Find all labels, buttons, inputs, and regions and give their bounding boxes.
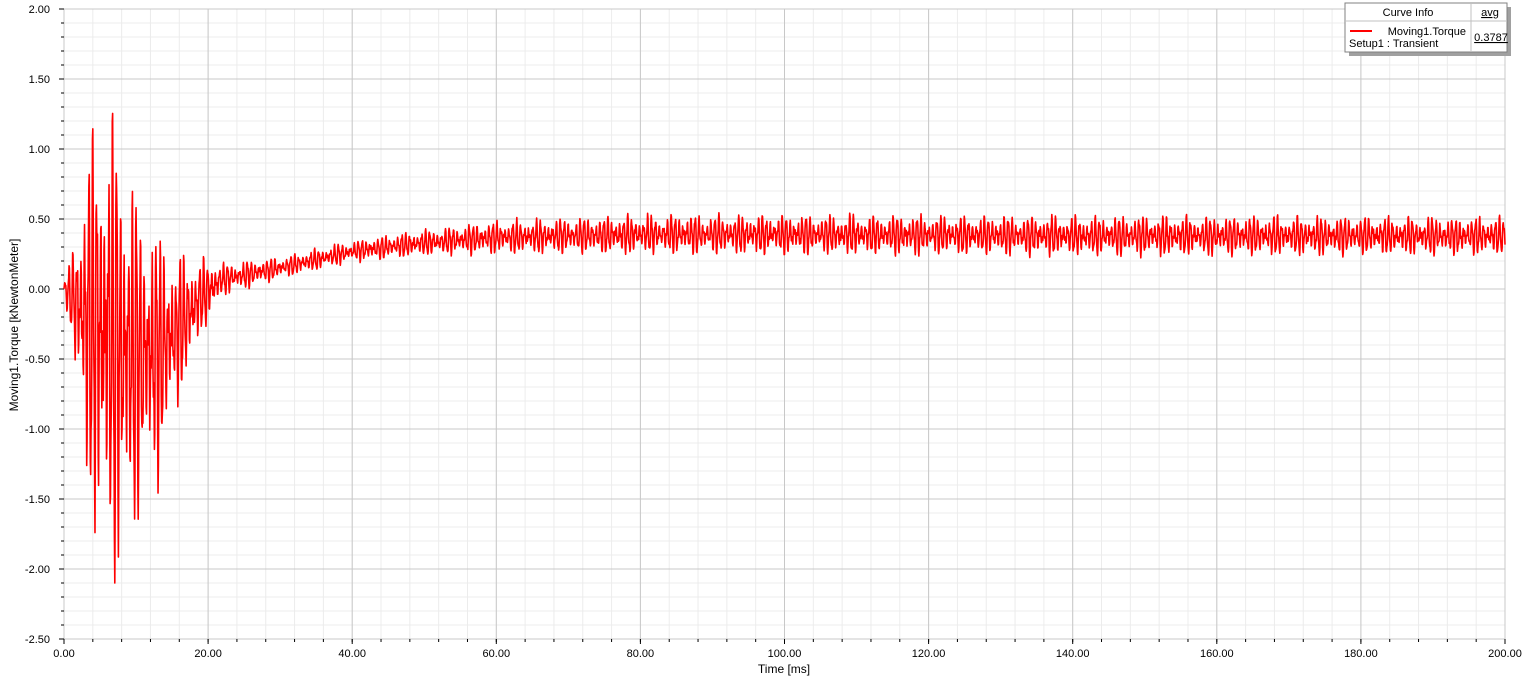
curve-info-legend[interactable]: Curve Info avg Moving1.Torque Setup1 : T… [1344, 2, 1511, 56]
x-tick-label: 160.00 [1200, 648, 1234, 660]
legend-stat-value[interactable]: 0.3787 [1474, 32, 1508, 44]
x-tick-label: 0.00 [53, 648, 74, 660]
y-tick-label: 0.50 [29, 214, 50, 226]
grid [63, 8, 1506, 640]
legend-stat-header[interactable]: avg [1481, 7, 1499, 19]
legend-series-name: Moving1.Torque [1388, 26, 1466, 38]
x-tick-label: 120.00 [912, 648, 946, 660]
y-tick-label: 2.00 [29, 4, 50, 16]
y-tick-label: -1.00 [25, 424, 50, 436]
y-tick-label: -1.50 [25, 494, 50, 506]
x-tick-label: 140.00 [1056, 648, 1090, 660]
y-tick-label: -2.00 [25, 564, 50, 576]
y-tick-label: 1.00 [29, 144, 50, 156]
x-tick-label: 40.00 [338, 648, 366, 660]
x-tick-label: 180.00 [1344, 648, 1378, 660]
x-tick-label: 100.00 [768, 648, 802, 660]
legend-series-setup: Setup1 : Transient [1349, 38, 1438, 50]
y-tick-label: -0.50 [25, 354, 50, 366]
x-tick-label: 80.00 [627, 648, 655, 660]
y-tick-label: 0.00 [29, 284, 50, 296]
x-axis-title: Time [ms] [758, 662, 810, 676]
x-tick-label: 20.00 [194, 648, 222, 660]
torque-chart: 0.00 20.00 40.00 60.00 80.00 100.00 120.00 140.… [7, 2, 1522, 676]
y-axis-title: Moving1.Torque [kNewtonMeter] [7, 239, 21, 412]
y-tick-label: 1.50 [29, 74, 50, 86]
legend-header: Curve Info [1383, 7, 1434, 19]
y-tick-label: -2.50 [25, 634, 50, 646]
x-tick-label: 200.00 [1488, 648, 1522, 660]
x-tick-label: 60.00 [483, 648, 511, 660]
